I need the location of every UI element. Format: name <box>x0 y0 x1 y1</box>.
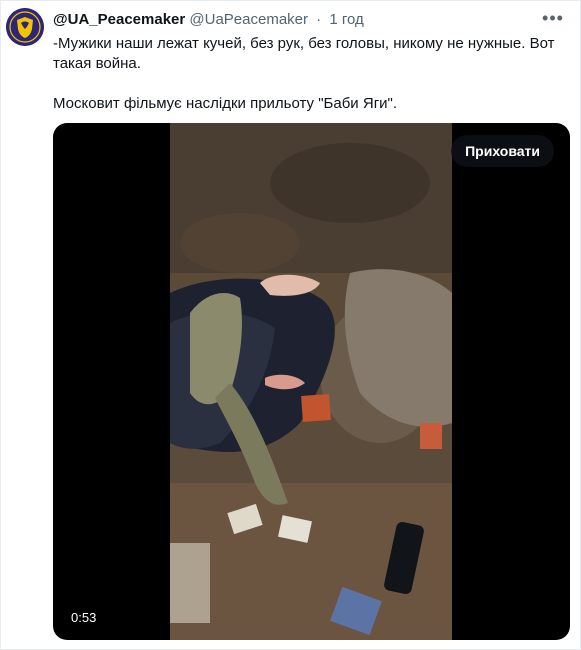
separator-dot: · <box>316 11 322 28</box>
video-player[interactable]: Приховати 0:53 <box>53 123 570 640</box>
hide-media-button[interactable]: Приховати <box>451 135 554 167</box>
video-frame[interactable] <box>170 123 452 640</box>
user-handle[interactable]: @UaPeacemaker <box>189 11 308 28</box>
tweet-card[interactable]: @UA_Peacemaker @UaPeacemaker · 1 год •••… <box>0 0 581 650</box>
video-still-image <box>170 123 452 640</box>
tweet-header: @UA_Peacemaker @UaPeacemaker · 1 год <box>53 11 364 29</box>
shield-avatar-icon <box>6 8 44 46</box>
video-duration: 0:53 <box>65 608 103 628</box>
more-horizontal-icon[interactable]: ••• <box>542 9 564 27</box>
display-name[interactable]: @UA_Peacemaker <box>53 11 185 28</box>
timestamp[interactable]: 1 год <box>329 11 363 28</box>
tweet-text: -Мужики наши лежат кучей, без рук, без г… <box>53 35 555 112</box>
avatar[interactable] <box>6 8 44 46</box>
